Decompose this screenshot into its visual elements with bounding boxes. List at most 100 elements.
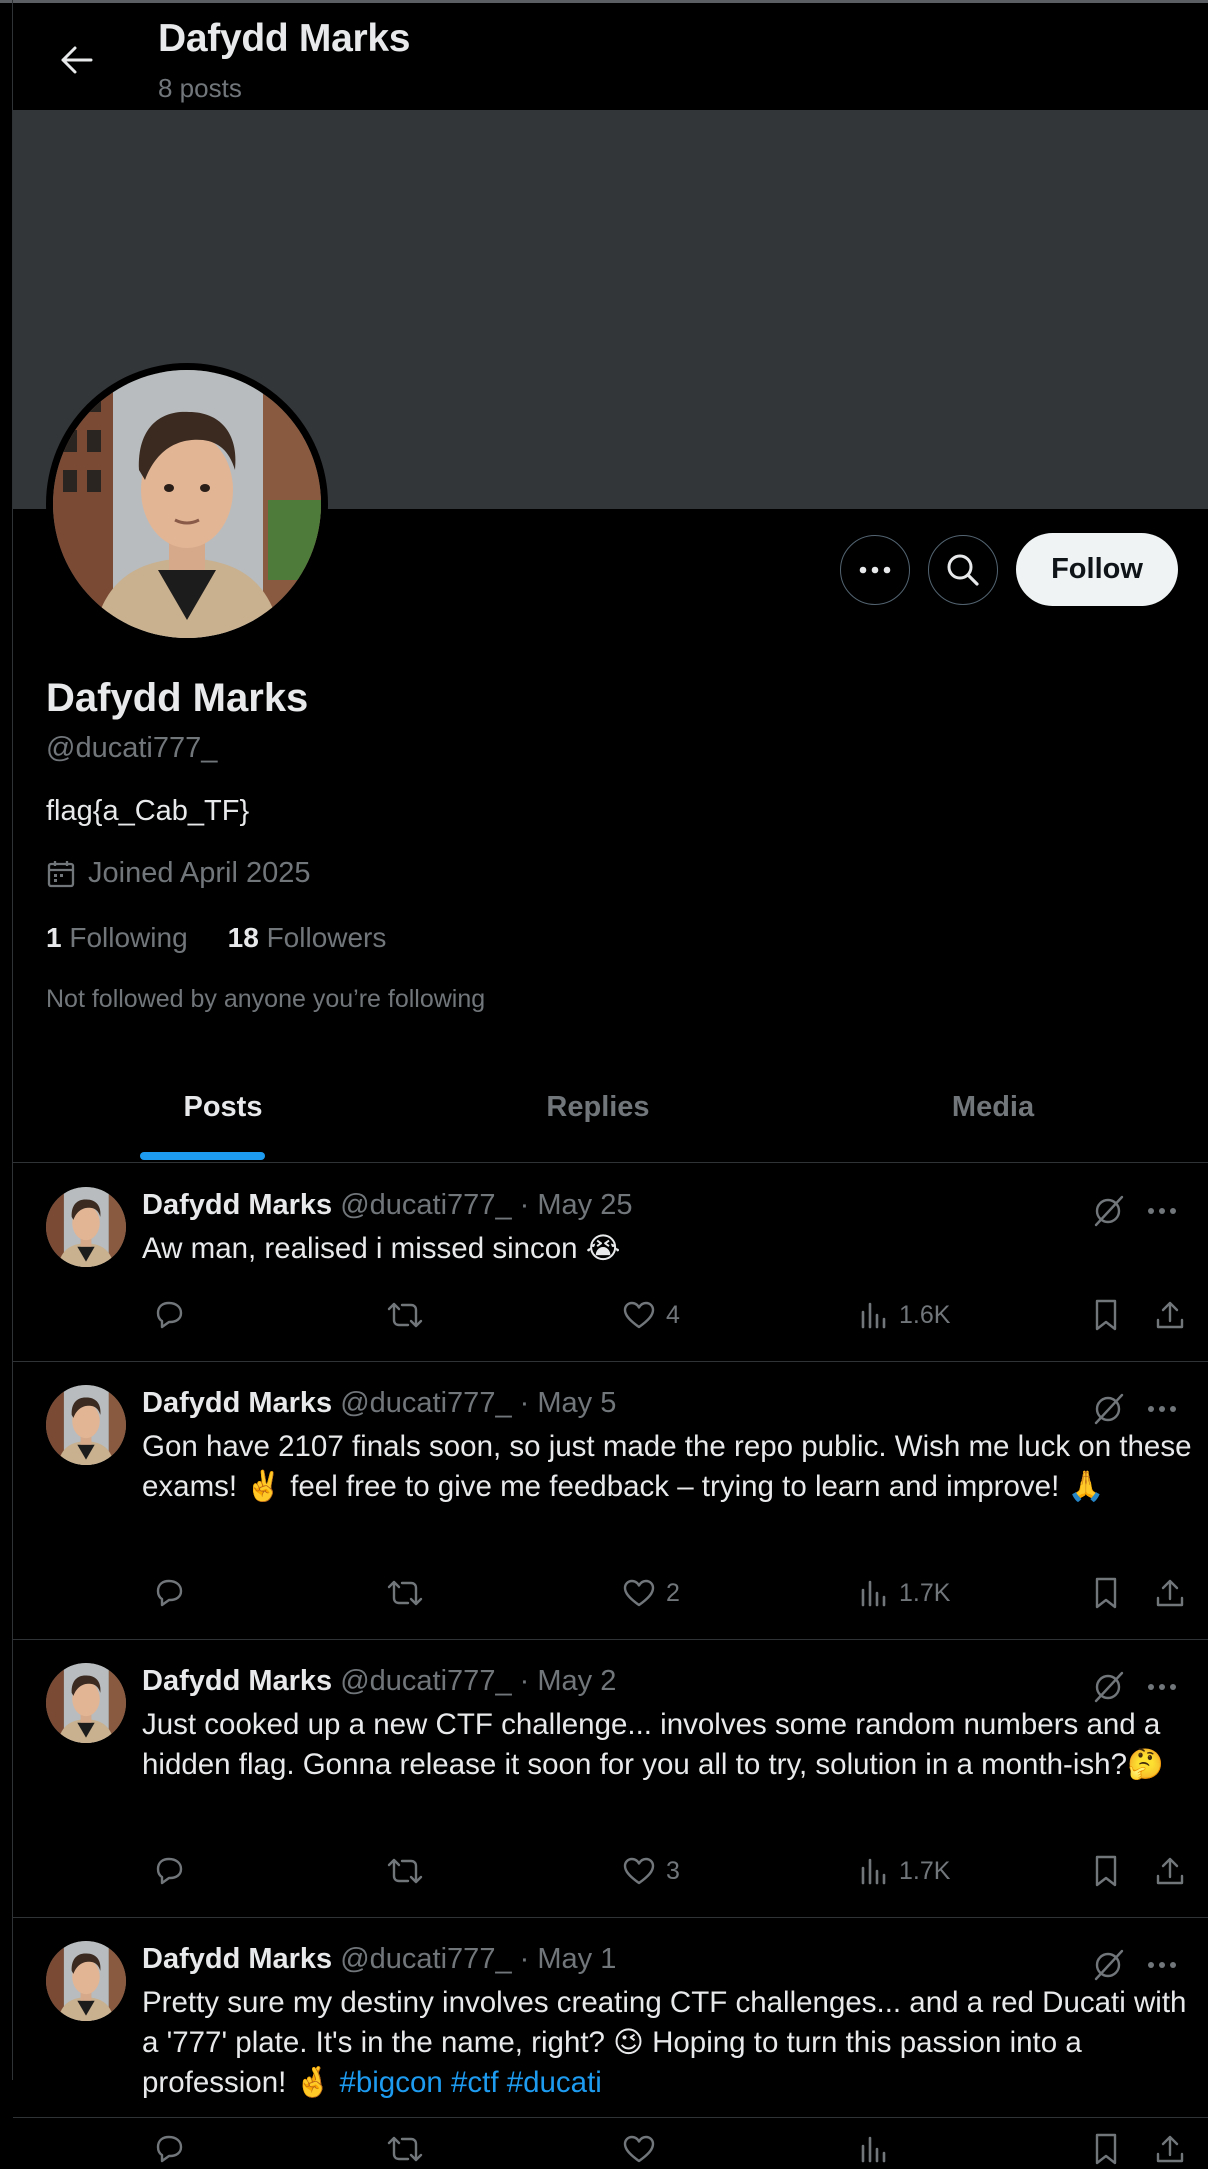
post-date[interactable]: May 25 — [537, 1189, 632, 1221]
like-count: 2 — [666, 1578, 680, 1607]
post-more-button[interactable] — [1141, 1191, 1183, 1231]
share-icon — [1154, 2133, 1186, 2165]
post-author-name[interactable]: Dafydd Marks — [142, 1665, 332, 1697]
post-body: Pretty sure my destiny involves creating… — [142, 1986, 1187, 2059]
reply-icon — [152, 2133, 186, 2165]
search-profile-button[interactable] — [928, 535, 998, 605]
repost-button[interactable] — [387, 1573, 433, 1613]
follow-button[interactable]: Follow — [1016, 533, 1178, 606]
reply-button[interactable] — [152, 1851, 196, 1891]
reply-button[interactable] — [152, 1295, 196, 1335]
share-button[interactable] — [1154, 1851, 1186, 1891]
bookmark-icon — [1092, 2132, 1120, 2166]
following-count: 1 — [46, 922, 62, 953]
like-button[interactable]: 2 — [622, 1573, 680, 1613]
post-separator: · — [519, 1665, 530, 1697]
like-button[interactable]: 3 — [622, 1851, 680, 1891]
share-button[interactable] — [1154, 1295, 1186, 1335]
repost-icon — [387, 1856, 423, 1886]
views-icon — [859, 1300, 889, 1330]
post-item[interactable]: Dafydd Marks @ducati777_ · May 2 Just co… — [13, 1639, 1208, 1918]
bookmark-button[interactable] — [1092, 1573, 1120, 1613]
tab-media[interactable]: Media — [913, 1052, 1073, 1162]
post-body: Aw man, realised i missed sincon 😭 — [142, 1232, 621, 1265]
repost-button[interactable] — [387, 1851, 433, 1891]
following-link[interactable]: 1 Following — [46, 922, 188, 954]
post-item[interactable]: Dafydd Marks @ducati777_ · May 1 Pretty … — [13, 1917, 1208, 2165]
views-button[interactable]: 1.6K — [859, 1295, 950, 1335]
reply-button[interactable] — [152, 2129, 196, 2169]
post-date[interactable]: May 5 — [537, 1387, 616, 1419]
bookmark-button[interactable] — [1092, 1851, 1120, 1891]
grok-button[interactable] — [1088, 1945, 1128, 1985]
post-date[interactable]: May 1 — [537, 1943, 616, 1975]
views-button[interactable]: 1.7K — [859, 1573, 950, 1613]
post-more-button[interactable] — [1141, 1945, 1183, 1985]
share-icon — [1154, 1299, 1186, 1331]
post-avatar[interactable] — [46, 1941, 126, 2021]
post-author-handle[interactable]: @ducati777_ — [340, 1943, 511, 1975]
repost-button[interactable] — [387, 1295, 433, 1335]
post-actions: 2 1.7K — [142, 1573, 1202, 1613]
post-more-button[interactable] — [1141, 1389, 1183, 1429]
post-more-button[interactable] — [1141, 1667, 1183, 1707]
grok-button[interactable] — [1088, 1389, 1128, 1429]
follow-stats: 1 Following 18 Followers — [46, 922, 386, 954]
post-author-handle[interactable]: @ducati777_ — [340, 1665, 511, 1697]
followers-link[interactable]: 18 Followers — [228, 922, 387, 954]
repost-icon — [387, 2134, 423, 2164]
reply-icon — [152, 1577, 186, 1609]
post-avatar[interactable] — [46, 1187, 126, 1267]
grok-icon — [1091, 1670, 1125, 1704]
repost-button[interactable] — [387, 2129, 433, 2169]
profile-tabs: Posts Replies Media — [13, 1052, 1208, 1163]
like-button[interactable] — [622, 2129, 666, 2169]
joined-date: Joined April 2025 — [88, 857, 311, 889]
header-post-count: 8 posts — [158, 73, 242, 103]
more-options-button[interactable] — [840, 535, 910, 605]
post-body: Gon have 2107 finals soon, so just made … — [142, 1430, 1192, 1503]
views-button[interactable]: 1.7K — [859, 1851, 950, 1891]
post-item[interactable]: Dafydd Marks @ducati777_ · May 25 Aw man… — [13, 1163, 1208, 1362]
post-actions: 4 1.6K — [142, 1295, 1202, 1335]
view-count: 1.6K — [899, 1300, 951, 1329]
share-button[interactable] — [1154, 2129, 1186, 2169]
post-separator: · — [519, 1189, 530, 1221]
post-author-name[interactable]: Dafydd Marks — [142, 1943, 332, 1975]
post-text: Pretty sure my destiny involves creating… — [142, 1983, 1202, 2103]
share-button[interactable] — [1154, 1573, 1186, 1613]
bookmark-icon — [1092, 1576, 1120, 1610]
post-avatar[interactable] — [46, 1385, 126, 1465]
like-button[interactable]: 4 — [622, 1295, 680, 1335]
bookmark-button[interactable] — [1092, 1295, 1120, 1335]
tab-posts[interactable]: Posts — [153, 1052, 293, 1162]
profile-header: Dafydd Marks 8 posts — [13, 3, 1208, 110]
grok-button[interactable] — [1088, 1191, 1128, 1231]
bookmark-button[interactable] — [1092, 2129, 1120, 2169]
more-icon — [1147, 1207, 1177, 1215]
more-icon — [1147, 1961, 1177, 1969]
post-date[interactable]: May 2 — [537, 1665, 616, 1697]
post-author-name[interactable]: Dafydd Marks — [142, 1189, 332, 1221]
bookmark-icon — [1092, 1854, 1120, 1888]
post-separator: · — [519, 1943, 530, 1975]
profile-joined: Joined April 2025 — [46, 857, 311, 890]
calendar-icon — [46, 859, 76, 889]
active-tab-indicator — [140, 1152, 265, 1160]
post-text: Gon have 2107 finals soon, so just made … — [142, 1427, 1202, 1507]
post-avatar[interactable] — [46, 1663, 126, 1743]
profile-avatar[interactable] — [46, 363, 328, 645]
reply-icon — [152, 1855, 186, 1887]
post-author-handle[interactable]: @ducati777_ — [340, 1387, 511, 1419]
post-author-name[interactable]: Dafydd Marks — [142, 1387, 332, 1419]
back-button[interactable] — [47, 33, 107, 87]
views-button[interactable] — [859, 2129, 899, 2169]
post-hashtags[interactable]: #bigcon #ctf #ducati — [339, 2066, 601, 2099]
reply-button[interactable] — [152, 1573, 196, 1613]
back-arrow-icon — [60, 45, 94, 75]
tab-replies[interactable]: Replies — [508, 1052, 688, 1162]
followers-count: 18 — [227, 922, 259, 953]
post-item[interactable]: Dafydd Marks @ducati777_ · May 5 Gon hav… — [13, 1361, 1208, 1640]
grok-button[interactable] — [1088, 1667, 1128, 1707]
post-author-handle[interactable]: @ducati777_ — [340, 1189, 511, 1221]
